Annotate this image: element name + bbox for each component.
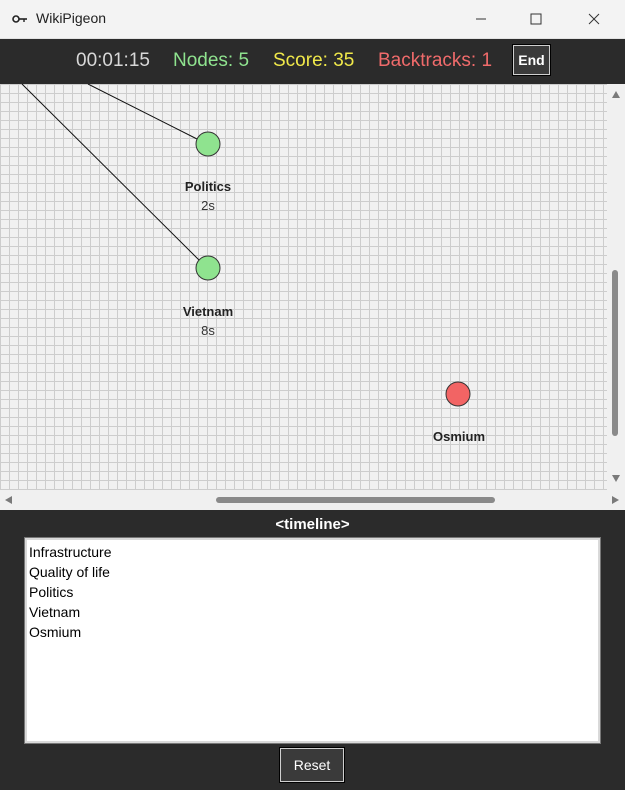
scroll-left-icon[interactable]	[5, 496, 12, 504]
close-icon	[588, 13, 600, 25]
graph-canvas[interactable]: Politics 2s Vietnam 8s Osmium	[0, 84, 607, 490]
timeline-title: <timeline>	[275, 516, 350, 533]
status-bar: 00:01:15 Nodes: 5 Score: 35 Backtracks: …	[0, 39, 625, 84]
node-osmium	[445, 381, 471, 407]
timeline-item[interactable]: Vietnam	[29, 602, 596, 622]
node-time-politics: 2s	[201, 198, 215, 213]
elapsed-time: 00:01:15	[76, 50, 150, 71]
node-time-vietnam: 8s	[201, 323, 215, 338]
node-label-osmium: Osmium	[432, 429, 485, 444]
maximize-button[interactable]	[513, 0, 559, 38]
timeline-item[interactable]: Quality of life	[29, 562, 596, 582]
minimize-button[interactable]	[458, 0, 504, 38]
node-politics	[195, 131, 221, 157]
horizontal-scroll-thumb[interactable]	[216, 497, 495, 503]
maximize-icon	[530, 13, 542, 25]
node-label-politics: Politics	[184, 179, 232, 194]
nodes-count: Nodes: 5	[173, 50, 250, 71]
minimize-icon	[476, 18, 486, 20]
scroll-right-icon[interactable]	[612, 496, 619, 504]
window-title: WikiPigeon	[36, 10, 107, 26]
close-button[interactable]	[571, 0, 617, 38]
score-value: Score: 35	[273, 50, 355, 71]
key-icon	[12, 15, 27, 23]
title-bar: WikiPigeon	[0, 0, 625, 39]
node-label-vietnam: Vietnam	[182, 304, 234, 319]
scroll-down-icon[interactable]	[612, 475, 620, 482]
timeline-item[interactable]: Infrastructure	[29, 542, 596, 562]
scroll-up-icon[interactable]	[612, 91, 620, 98]
vertical-scrollbar[interactable]	[607, 84, 625, 490]
reset-button[interactable]: Reset	[279, 747, 345, 783]
timeline-item[interactable]: Osmium	[29, 622, 596, 642]
end-button[interactable]: End	[512, 44, 551, 76]
horizontal-scrollbar[interactable]	[0, 490, 625, 510]
backtracks-count: Backtracks: 1	[378, 50, 493, 71]
timeline-list[interactable]: Infrastructure Quality of life Politics …	[24, 537, 601, 744]
vertical-scroll-thumb[interactable]	[612, 270, 618, 436]
edge-to-vietnam	[21, 84, 200, 261]
timeline-item[interactable]: Politics	[29, 582, 596, 602]
node-vietnam	[195, 255, 221, 281]
edge-to-politics	[87, 84, 198, 140]
